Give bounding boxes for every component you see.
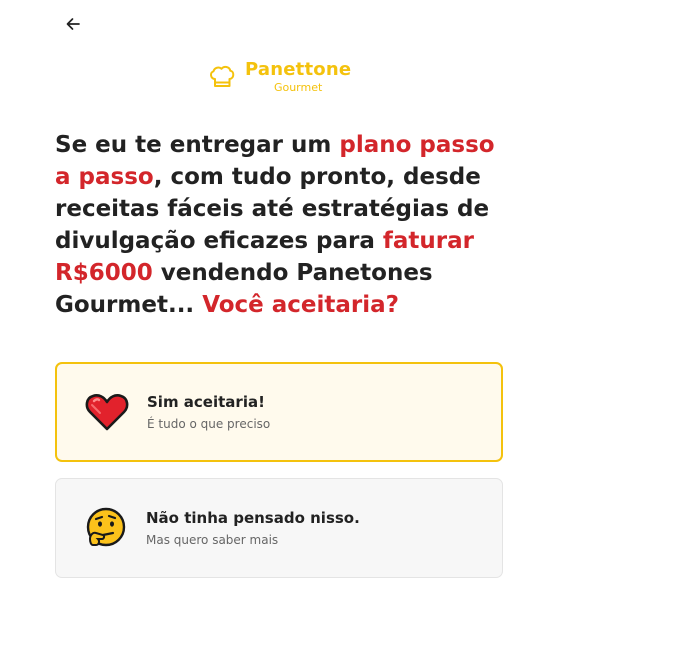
question-headline: Se eu te entregar um plano passo a passo… — [55, 129, 515, 321]
back-button[interactable] — [60, 12, 86, 36]
option-yes-button[interactable]: Sim aceitaria! É tudo o que preciso — [55, 362, 503, 462]
thinking-face-icon — [84, 506, 128, 550]
headline-text: Se eu te entregar um — [55, 132, 340, 158]
logo-subtitle: Gourmet — [273, 81, 323, 94]
red-heart-icon — [85, 390, 129, 434]
quiz-page: Panettone Gourmet Se eu te entregar um p… — [0, 0, 688, 649]
option-title: Sim aceitaria! — [147, 393, 265, 411]
arrow-left-icon — [66, 18, 80, 30]
chef-hat-icon — [210, 65, 235, 87]
option-subtitle: É tudo o que preciso — [147, 417, 271, 431]
option-title: Não tinha pensado nisso. — [146, 509, 360, 527]
brand-logo: Panettone Gourmet — [207, 61, 351, 93]
headline-highlight: Você aceitaria? — [202, 292, 400, 318]
option-subtitle: Mas quero saber mais — [146, 533, 279, 547]
logo-title: Panettone — [245, 59, 352, 80]
option-no-button[interactable]: Não tinha pensado nisso. Mas quero saber… — [55, 478, 503, 578]
